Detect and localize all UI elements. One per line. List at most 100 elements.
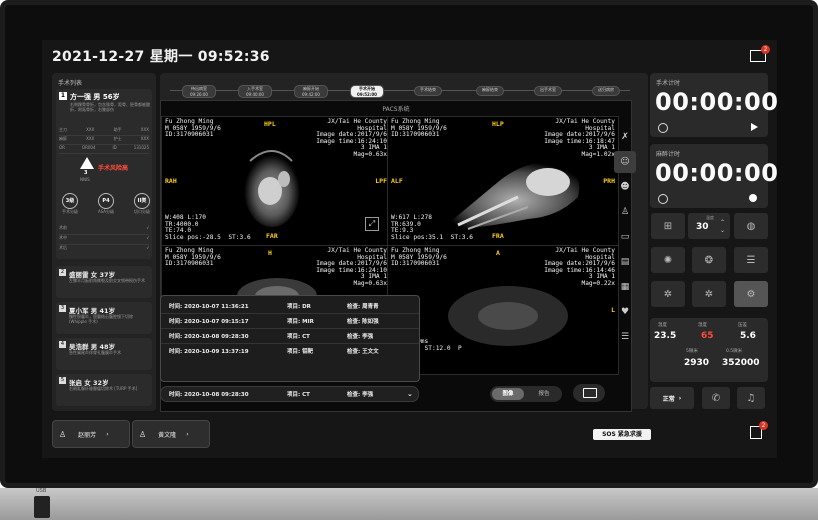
queue-patient-card[interactable]: 4 吴浩群 男 48岁 急性阑尾炎伴穿孔腹膜炎手术 [56,338,152,370]
sos-button[interactable]: SOS 紧急求援 [593,429,651,440]
exam-row[interactable]: 时间: 2020-10-07 09:15:17 项目: MIR 检查: 陈如强 [161,314,419,329]
timer-value: 00:00:00 [655,88,777,116]
status-button[interactable]: 正常 › [650,387,694,409]
light-panel-icon[interactable]: ☰ [734,247,768,273]
grade-stats: 3级 手术分级 P4 ASA分级 II类 切口分级 [62,193,150,215]
chevron-right-icon: › [106,430,109,438]
grade-label: 手术分级 [62,209,78,214]
pacs-image-4[interactable]: Fu Zhong Ming M 058Y 1959/9/6 ID:3170906… [387,245,619,375]
screen-icon [583,388,597,398]
env-temp: 23.5 [654,331,677,341]
check-label: 术前 [59,225,67,230]
expand-icon[interactable]: ⤢ [365,217,379,231]
timeline-step[interactable]: 入手术室 09:40:00 [238,85,272,98]
env-label: 湿度 [698,323,707,328]
report-tab[interactable]: 报告 [528,388,560,400]
chevron-right-icon: › [186,430,189,438]
anesthesia-timer: 麻醉计时 00:00:00 [650,144,777,208]
person-x-icon[interactable]: ✗ [614,126,636,148]
timeline-step[interactable]: 手术结束 [414,86,442,96]
env-label: 温度 [658,323,667,328]
check-row: 术后 √ [59,245,149,254]
timeline-step[interactable]: 麻醉结束 [476,86,504,96]
patient-info-rows: 主刀 XXX 助手 XXX 麻醉 XXX 护士 XXX OR OR004 ID 131025 [59,127,149,154]
timeline-step-active[interactable]: 手术开始 09:52:00 [350,85,384,98]
monitor-icon[interactable]: ▭ [614,226,636,248]
patient-switch-button[interactable]: ♙ 赵丽芳 › [52,420,130,448]
current-patient-card[interactable]: 1 方一强 男 56岁 右侧踝骨骨折，包含腓骨，距骨、胫骨都被酸折，跗跖骨折，右… [56,89,152,259]
grade-value: II类 [134,193,150,209]
fan-icon[interactable]: ◍ [734,213,768,239]
check-row: 术前 √ [59,225,149,235]
check-mark: √ [146,245,149,250]
vitals-icon[interactable]: ♥ [614,301,636,323]
queue-desc: 右侧乳腺纤维腺瘤切除术 [TURP 手术] [69,386,138,391]
surgery-timer: 手术计时 00:00:00 [650,73,777,137]
info-key: 护士 [113,136,122,141]
exam-row[interactable]: 时间: 2020-10-08 09:28:30 项目: CT 检查: 李强 [161,329,419,344]
img-patient-info: Fu Zhong Ming M 058Y 1959/9/6 ID:3170906… [165,118,221,139]
img-orient-bottom: FRA [492,232,504,240]
img-orient-top: H [268,249,272,257]
queue-patient-card[interactable]: 3 夏小军 男 41岁 慢性胆囊炎，胆囊结石腹腔镜下切除 (Whipple 手术… [56,302,152,334]
light-a-icon[interactable]: ✲ [651,281,685,307]
settings-grid-icon[interactable]: ⚙ [734,281,768,307]
grid-icon[interactable]: ▦ [614,276,636,298]
music-icon[interactable]: ♫ [737,387,765,409]
queue-index: 5 [59,377,66,384]
shadowless-lamp-icon[interactable]: ❂ [692,247,726,273]
phone-icon[interactable]: ✆ [702,387,730,409]
grade-stat: P4 ASA分级 [98,193,114,215]
env-pressure: 5.6 [740,331,756,341]
play-icon[interactable] [751,123,758,131]
chart-icon[interactable]: ▤ [614,251,636,273]
reset-icon[interactable] [658,123,668,133]
timeline-step[interactable]: 送归病房 [592,86,620,96]
temp-mode-icon[interactable]: ⊞ [651,213,685,239]
exam-item: 项目: MIR [287,319,314,325]
person-icon: ♙ [139,429,147,439]
light-b-icon[interactable]: ✲ [692,281,726,307]
patient-card-icon[interactable]: ☺ [614,151,636,173]
timeline-step[interactable]: 出手术室 [534,86,562,96]
usb-label: USB [36,488,47,494]
info-key: 麻醉 [59,136,67,141]
xray-icon[interactable]: ☰ [614,326,636,348]
img-orient-top: A [496,249,500,257]
chevron-down-icon[interactable]: ⌄ [720,227,725,234]
img-study-info: JX/Tai He County Hospital Image date:201… [544,118,615,158]
warning-icon [80,157,94,169]
chevron-up-icon[interactable]: ⌃ [720,219,725,226]
pacs-image-1[interactable]: Fu Zhong Ming M 058Y 1959/9/6 ID:3170906… [161,116,391,246]
info-key: 主刀 [59,127,67,132]
usb-port [34,496,50,518]
monitor-stand [0,488,818,520]
grade-stat: 3级 手术分级 [62,193,78,215]
img-orient-left: ALF [391,177,403,185]
temperature-control[interactable]: 温度 30 ⌃ ⌄ [688,213,730,239]
image-tab[interactable]: 图像 [492,388,524,400]
doctor-icon[interactable]: ♙ [614,201,636,223]
exam-selector[interactable]: 时间: 2020-10-08 09:28:30 项目: CT 检查: 李强 ⌄ [160,386,419,402]
stop-icon[interactable] [749,194,757,202]
reset-icon[interactable] [658,194,668,204]
patient-switch-button[interactable]: ♙ 黄文隆 › [132,420,210,448]
queue-patient-card[interactable]: 2 盛丽雷 女 37岁 左膝半月板前角撕裂及前交叉韧带损伤手术 [56,266,152,298]
info-key: ID [112,145,117,150]
timeline-step[interactable]: 麻醉开始 09:42:00 [294,85,328,98]
cast-screen-button[interactable] [573,384,605,402]
timeline-step[interactable]: 待出病室 09:26:00 [182,85,216,98]
img-orient-right: LPF [375,177,387,185]
exam-doctor: 检查: 李强 [347,334,374,340]
env-humidity: 65 [701,331,714,341]
chevron-down-icon[interactable]: ⌄ [407,390,413,398]
exam-row[interactable]: 时间: 2020-10-07 11:36:21 项目: DR 检查: 周青青 [161,299,419,314]
exam-row[interactable]: 时间: 2020-10-09 13:37:19 项目: 钼靶 检查: 王文文 [161,344,419,358]
img-params: W:408 L:170 TR:4000.0 TE:74.0 Slice pos:… [165,214,251,241]
grade-stat: II类 切口分级 [134,193,150,215]
pacs-image-2[interactable]: Fu Zhong Ming M 058Y 1959/9/6 ID:3170906… [387,116,619,246]
queue-patient-card[interactable]: 5 张启 女 32岁 右侧乳腺纤维腺瘤切除术 [TURP 手术] [56,374,152,406]
add-person-icon[interactable]: ☻ [614,176,636,198]
lamp-icon[interactable]: ✺ [651,247,685,273]
selected-exam-item: 项目: CT [287,392,310,398]
